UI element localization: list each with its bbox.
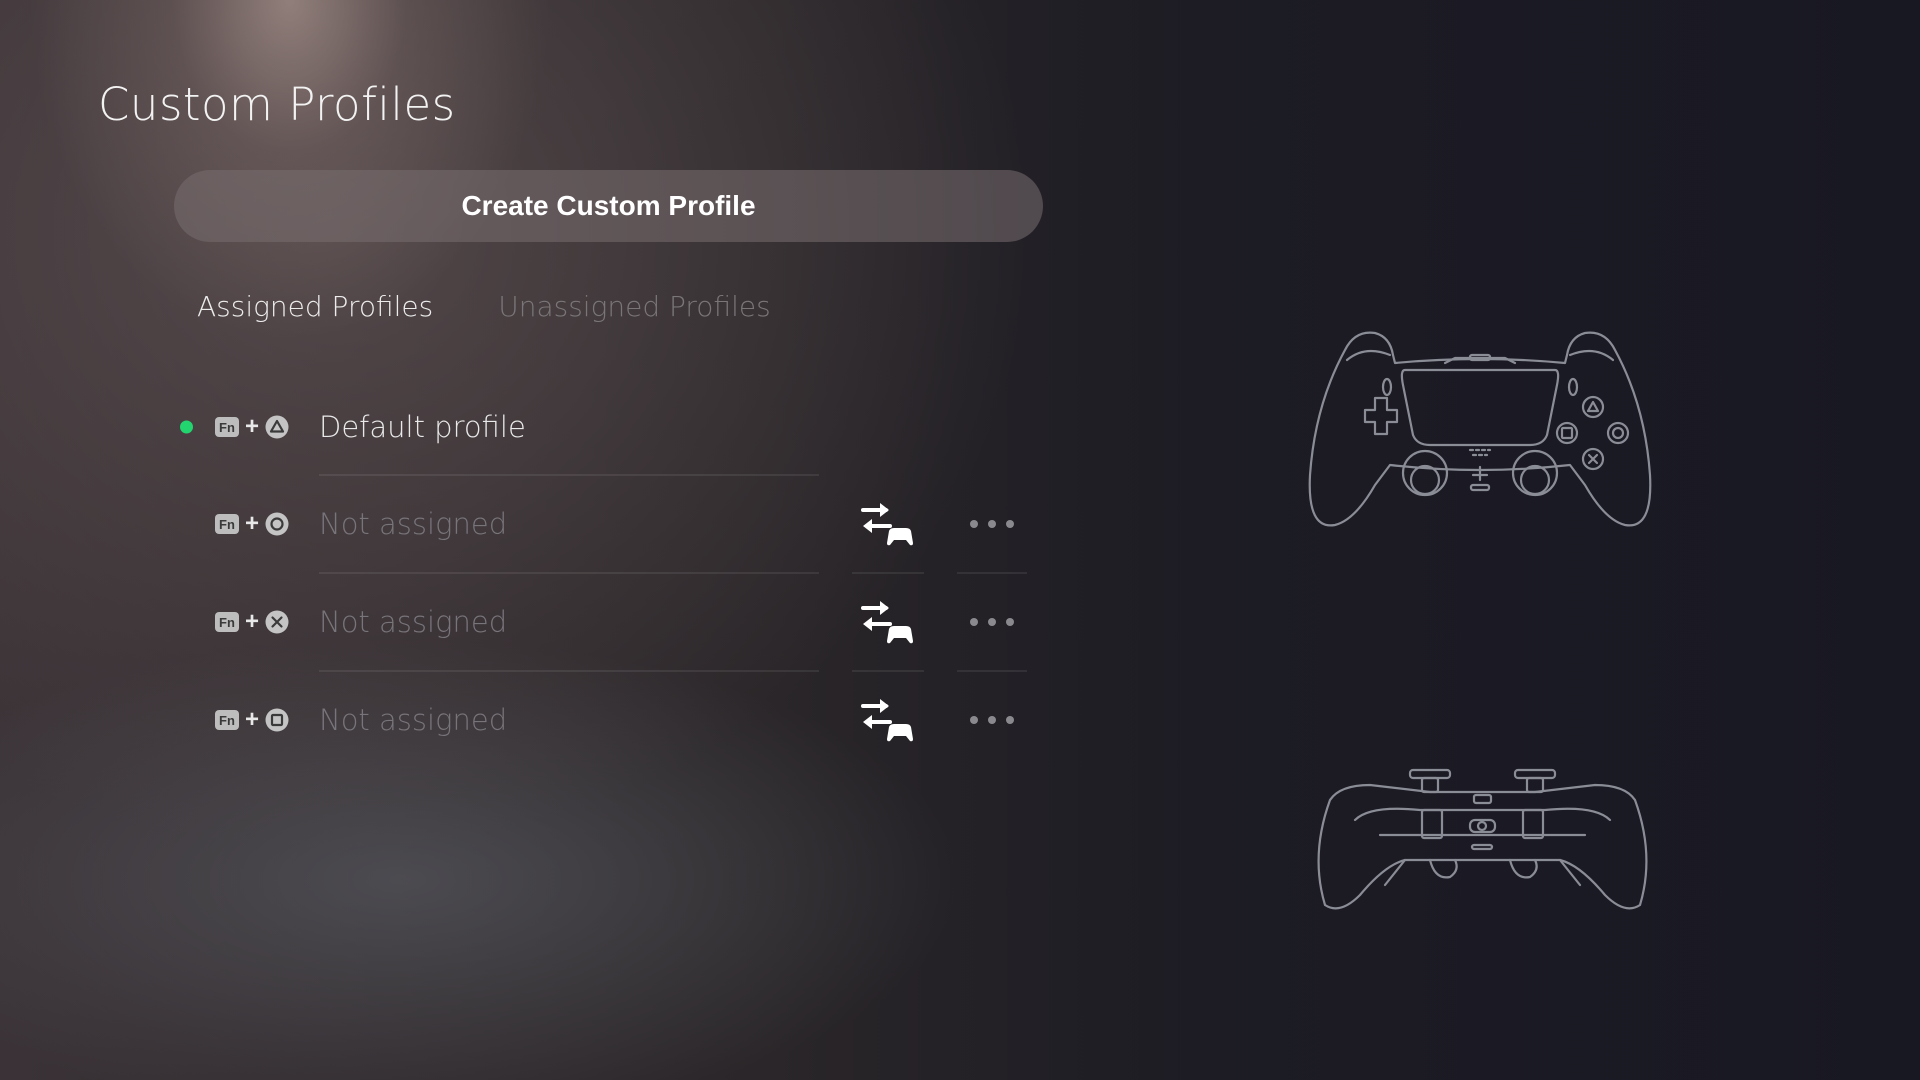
shortcut-combo: Fn +	[215, 708, 289, 732]
more-options-icon[interactable]	[970, 713, 1014, 727]
triangle-button-icon	[265, 415, 289, 439]
more-options-icon[interactable]	[970, 517, 1014, 531]
plus-sign: +	[245, 413, 260, 440]
profile-name: Default profile	[319, 410, 526, 444]
more-options-icon[interactable]	[970, 615, 1014, 629]
controller-front-illustration	[1308, 331, 1652, 527]
cross-button-icon	[265, 610, 289, 634]
fn-key-icon: Fn	[215, 417, 239, 437]
plus-sign: +	[245, 706, 260, 733]
switch-controller-icon[interactable]	[860, 696, 914, 744]
row-divider	[319, 670, 819, 672]
tab-unassigned-profiles[interactable]: Unassigned Profiles	[498, 290, 770, 323]
row-divider	[852, 572, 924, 574]
switch-controller-icon[interactable]	[860, 500, 914, 548]
row-divider	[957, 670, 1027, 672]
tab-assigned-profiles[interactable]: Assigned Profiles	[197, 290, 433, 323]
circle-button-icon	[265, 512, 289, 536]
row-divider	[319, 474, 819, 476]
plus-sign: +	[245, 510, 260, 537]
shortcut-combo: Fn +	[215, 415, 289, 439]
controller-back-illustration	[1317, 768, 1648, 910]
active-status-dot	[180, 420, 193, 434]
profile-name: Not assigned	[319, 605, 508, 639]
fn-key-icon: Fn	[215, 514, 239, 534]
switch-controller-icon[interactable]	[860, 598, 914, 646]
profile-row[interactable]: Fn + Not assigned	[0, 699, 1060, 818]
row-divider	[957, 572, 1027, 574]
page-title: Custom Profiles	[98, 78, 456, 131]
fn-key-icon: Fn	[215, 612, 239, 632]
shortcut-combo: Fn +	[215, 610, 289, 634]
shortcut-combo: Fn +	[215, 512, 289, 536]
profile-tabs: Assigned Profiles Unassigned Profiles	[197, 290, 771, 323]
row-divider	[852, 670, 924, 672]
dpad-icon	[1363, 396, 1399, 436]
fn-key-icon: Fn	[215, 710, 239, 730]
square-button-icon	[265, 708, 289, 732]
profile-name: Not assigned	[319, 507, 508, 541]
profile-name: Not assigned	[319, 703, 508, 737]
row-divider	[319, 572, 819, 574]
plus-sign: +	[245, 608, 260, 635]
create-custom-profile-button[interactable]: Create Custom Profile	[174, 170, 1043, 242]
